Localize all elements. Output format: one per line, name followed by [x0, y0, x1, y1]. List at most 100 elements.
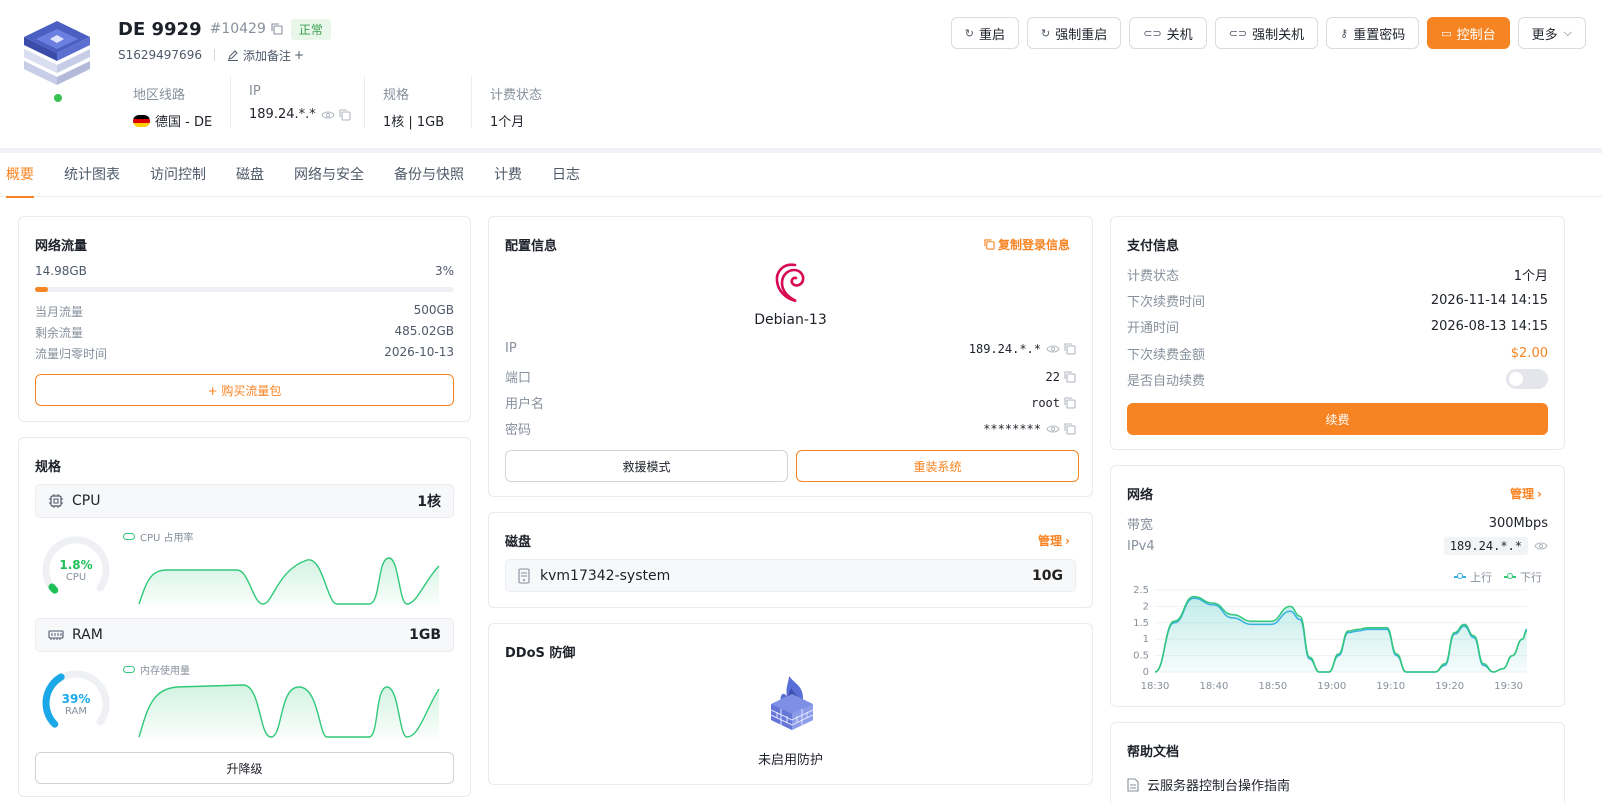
copy-icon[interactable] [1064, 396, 1076, 409]
remaining-traffic-row: 剩余流量 485.02GB [35, 324, 454, 341]
ipv4-label: IPv4 [1127, 538, 1155, 554]
config-ip-row: IP 189.24.*.* [505, 341, 1076, 356]
ram-row-left: RAM [48, 627, 103, 643]
server-header: DE 9929 #10429 正常 S1629497696 添加备注 + 地区线… [0, 0, 1602, 150]
monthly-traffic-value: 500GB [413, 303, 454, 317]
config-user-label: 用户名 [505, 397, 545, 412]
shutdown-label: 关机 [1166, 27, 1193, 43]
auto-renew-row: 是否自动续费 [1127, 369, 1548, 389]
tab-backup-snapshot[interactable]: 备份与快照 [394, 153, 464, 197]
ram-legend-label: 内存使用量 [140, 666, 190, 677]
traffic-usage-row: 14.98GB 3% [35, 264, 454, 278]
monthly-traffic-row: 当月流量 500GB [35, 303, 454, 320]
server-name: DE 9929 [118, 18, 202, 40]
debian-logo-icon [775, 263, 805, 303]
region-value: 德国 - DE [155, 115, 213, 130]
monthly-traffic-label: 当月流量 [35, 305, 84, 319]
disk-manage-link[interactable]: 管理 › [1038, 532, 1070, 549]
copy-icon[interactable] [1064, 422, 1076, 435]
eye-icon[interactable] [321, 110, 335, 120]
reset-password-button[interactable]: ⚷ 重置密码 [1326, 17, 1420, 49]
eye-icon[interactable] [1046, 344, 1060, 354]
ram-row: RAM 1GB [35, 618, 454, 652]
cpu-sparkline [138, 557, 440, 606]
restart-button[interactable]: ↻ 重启 [950, 17, 1019, 49]
help-doc-link[interactable]: 云服务器控制台操作指南 [1127, 775, 1290, 794]
eye-icon[interactable] [1046, 424, 1060, 434]
y-tick-label: 2 [1143, 601, 1149, 612]
auto-renew-toggle[interactable] [1506, 369, 1548, 389]
legend-line [1504, 573, 1516, 579]
tab-access-control[interactable]: 访问控制 [150, 153, 206, 197]
x-tick-label: 19:20 [1435, 681, 1464, 692]
cpu-legend-label: CPU 占用率 [140, 533, 194, 544]
config-port-value: 22 [1045, 369, 1060, 384]
config-port-label: 端口 [505, 371, 532, 386]
billing-label: 计费状态 [490, 88, 543, 103]
config-password-value-wrap: ******** [983, 422, 1076, 436]
germany-flag-icon [133, 114, 150, 127]
config-user-value-wrap: root [1031, 396, 1076, 410]
tab-overview[interactable]: 概要 [6, 153, 34, 198]
disk-card: 磁盘 管理 › kvm17342-system 10G [488, 512, 1093, 608]
copy-icon[interactable] [1064, 342, 1076, 355]
y-tick-label: 0.5 [1133, 651, 1149, 662]
region-value-row: 德国 - DE [133, 111, 212, 130]
online-status-dot [54, 94, 62, 102]
reinstall-button[interactable]: 重装系统 [796, 450, 1079, 482]
y-tick-label: 1.5 [1133, 618, 1149, 629]
legend-download: 下行 [1504, 569, 1542, 585]
remaining-traffic-label: 剩余流量 [35, 326, 84, 340]
next-renew-row: 下次续费时间 2026-11-14 14:15 [1127, 291, 1548, 310]
console-button[interactable]: ▭ 控制台 [1427, 17, 1510, 49]
traffic-percent: 3% [434, 264, 454, 278]
rescue-mode-button[interactable]: 救援模式 [505, 450, 788, 482]
edit-icon [227, 50, 238, 61]
force-shutdown-button[interactable]: ⊂⊃ 强制关机 [1214, 17, 1319, 49]
config-password-row: 密码 ******** [505, 419, 1076, 438]
copy-icon[interactable] [1064, 370, 1076, 383]
more-button[interactable]: 更多 ⌵ [1517, 17, 1586, 49]
title-row: DE 9929 #10429 正常 [118, 18, 331, 40]
memory-icon [48, 630, 64, 640]
network-manage-label: 管理 [1510, 487, 1535, 501]
config-ip-value: 189.24.*.* [968, 341, 1041, 356]
shutdown-button[interactable]: ⊂⊃ 关机 [1129, 17, 1207, 49]
tab-billing[interactable]: 计费 [494, 153, 522, 197]
config-password-label: 密码 [505, 423, 532, 438]
ram-usage-value: 39% [61, 692, 91, 706]
spec-label: 规格 [383, 88, 410, 103]
next-amount-value: $2.00 [1510, 346, 1548, 361]
cpu-row-left: CPU [48, 493, 100, 509]
divider [471, 76, 472, 128]
traffic-progress-fill [35, 287, 48, 292]
bandwidth-row: 带宽 300Mbps [1127, 514, 1548, 533]
tab-disk[interactable]: 磁盘 [236, 153, 264, 197]
tab-logs[interactable]: 日志 [552, 153, 580, 197]
billing-value: 1个月 [490, 115, 525, 130]
traffic-reset-label: 流量归零时间 [35, 347, 108, 361]
renew-button[interactable]: 续费 [1127, 403, 1548, 435]
cpu-row: CPU 1核 [35, 484, 454, 518]
tab-stats[interactable]: 统计图表 [64, 153, 120, 197]
next-renew-value: 2026-11-14 14:15 [1430, 293, 1548, 308]
copy-icon [984, 239, 995, 250]
ip-value: 189.24.*.* [249, 107, 316, 122]
tab-network-security[interactable]: 网络与安全 [294, 153, 364, 197]
ipv4-row: IPv4 189.24.*.* [1127, 537, 1548, 555]
network-manage-link[interactable]: 管理 › [1510, 485, 1542, 502]
copy-icon[interactable] [339, 108, 351, 121]
add-note-button[interactable]: 添加备注 + [227, 47, 304, 64]
traffic-title: 网络流量 [35, 239, 88, 254]
config-port-value-wrap: 22 [1046, 370, 1076, 384]
tab-bar: 概要 统计图表 访问控制 磁盘 网络与安全 备份与快照 计费 日志 [0, 153, 1602, 198]
upgrade-button[interactable]: 升降级 [35, 752, 454, 784]
eye-icon[interactable] [1534, 541, 1548, 551]
copy-login-button[interactable]: 复制登录信息 [984, 236, 1070, 253]
chevron-down-icon: ⌵ [1563, 26, 1572, 39]
traffic-progress-bar [35, 287, 454, 292]
force-restart-button[interactable]: ↻ 强制重启 [1027, 17, 1122, 49]
divider [213, 49, 215, 61]
copy-icon[interactable] [271, 23, 283, 35]
buy-traffic-button[interactable]: + 购买流量包 [35, 374, 454, 406]
